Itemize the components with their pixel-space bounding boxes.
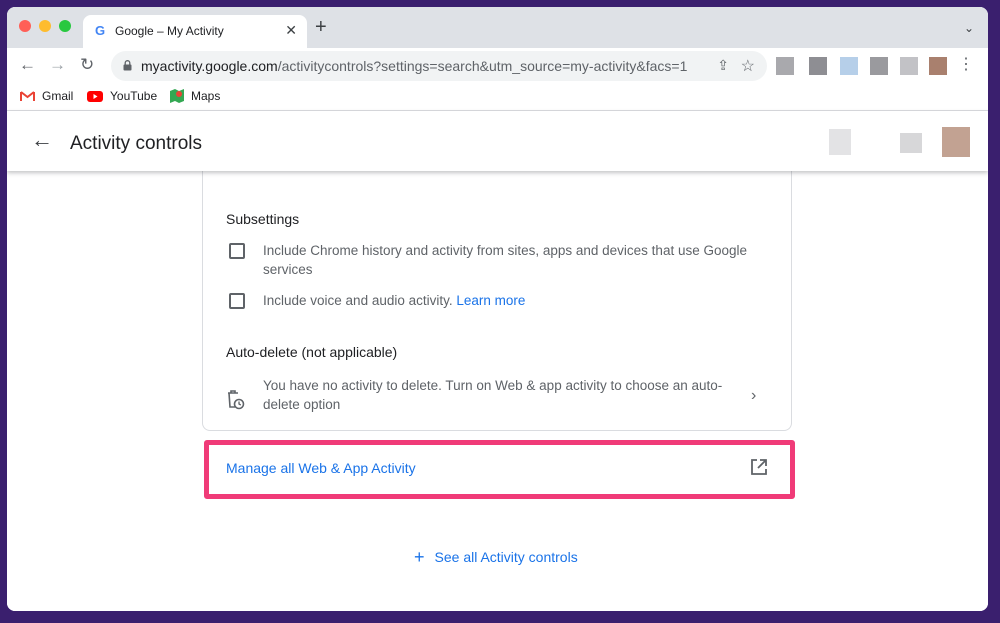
new-tab-button[interactable]: + <box>315 16 327 38</box>
close-window-button[interactable] <box>19 20 31 32</box>
address-bar[interactable]: myactivity.google.com/activitycontrols?s… <box>111 51 767 81</box>
bookmark-gmail[interactable]: Gmail <box>20 89 73 103</box>
bookmark-maps[interactable]: Maps <box>170 89 220 103</box>
minimize-window-button[interactable] <box>39 20 51 32</box>
url-path: /activitycontrols?settings=search&utm_so… <box>277 58 688 74</box>
maximize-window-button[interactable] <box>59 20 71 32</box>
google-apps-icon[interactable] <box>829 129 851 155</box>
browser-tab[interactable]: G Google – My Activity ✕ <box>83 15 307 48</box>
open-in-new-icon[interactable] <box>749 457 769 477</box>
manage-activity-row[interactable]: Manage all Web & App Activity <box>204 440 795 499</box>
learn-more-link[interactable]: Learn more <box>456 293 525 308</box>
bookmark-label: YouTube <box>110 89 158 103</box>
chevron-right-icon[interactable]: › <box>751 387 756 405</box>
main-content: Subsettings Include Chrome history and a… <box>7 151 988 611</box>
autodelete-description: You have no activity to delete. Turn on … <box>263 378 723 412</box>
url-text: myactivity.google.com/activitycontrols?s… <box>141 58 687 74</box>
tab-search-chevron-icon[interactable]: ⌄ <box>964 21 974 35</box>
browser-window: G Google – My Activity ✕ + ⌄ ← → ↻ myact… <box>7 7 988 611</box>
maps-icon <box>170 89 184 103</box>
browser-toolbar: ← → ↻ myactivity.google.com/activitycont… <box>7 48 988 84</box>
extension-icon[interactable] <box>809 57 827 75</box>
tab-strip: G Google – My Activity ✕ + ⌄ <box>7 7 988 48</box>
back-arrow-icon[interactable]: ← <box>31 128 53 152</box>
see-all-label: See all Activity controls <box>434 549 578 565</box>
more-menu-icon[interactable]: ⋮ <box>958 56 974 74</box>
tab-close-icon[interactable]: ✕ <box>285 22 297 39</box>
reload-icon[interactable]: ↻ <box>80 55 94 75</box>
page-title: Activity controls <box>70 133 202 154</box>
extension-icon[interactable] <box>900 57 918 75</box>
share-icon[interactable]: ⇪ <box>717 57 729 74</box>
extension-icon[interactable] <box>776 57 794 75</box>
profile-avatar[interactable] <box>929 57 947 75</box>
bookmarks-bar: Gmail YouTube Maps <box>7 84 988 111</box>
voice-audio-option: Include voice and audio activity. Learn … <box>263 291 763 310</box>
gmail-icon <box>20 90 35 101</box>
autodelete-title: Auto-delete (not applicable) <box>226 344 398 360</box>
plus-icon: + <box>414 547 425 567</box>
manage-activity-link[interactable]: Manage all Web & App Activity <box>226 460 416 476</box>
bookmark-youtube[interactable]: YouTube <box>87 89 157 103</box>
bookmark-label: Maps <box>191 89 221 103</box>
profile-avatar[interactable] <box>942 127 970 157</box>
activity-card: Subsettings Include Chrome history and a… <box>202 151 792 431</box>
forward-icon[interactable]: → <box>49 55 66 75</box>
account-avatar[interactable] <box>900 133 922 153</box>
bookmark-star-icon[interactable]: ☆ <box>741 56 755 76</box>
voice-audio-checkbox[interactable] <box>229 293 245 309</box>
tab-title: Google – My Activity <box>115 24 224 38</box>
extension-icon[interactable] <box>870 57 888 75</box>
app-header: ← Activity controls <box>7 111 988 171</box>
back-icon[interactable]: ← <box>19 55 36 75</box>
google-favicon-icon: G <box>95 23 106 38</box>
chrome-history-checkbox[interactable] <box>229 243 245 259</box>
see-all-controls-link[interactable]: + See all Activity controls <box>414 547 578 567</box>
youtube-icon <box>87 90 103 102</box>
subsettings-title: Subsettings <box>226 211 300 227</box>
auto-delete-icon <box>228 390 245 410</box>
lock-icon <box>123 60 132 71</box>
voice-audio-label: Include voice and audio activity. <box>263 293 453 308</box>
chrome-history-label: Include Chrome history and activity from… <box>263 243 747 277</box>
url-host: myactivity.google.com <box>141 58 278 74</box>
extension-icon[interactable] <box>840 57 858 75</box>
bookmark-label: Gmail <box>42 89 74 103</box>
